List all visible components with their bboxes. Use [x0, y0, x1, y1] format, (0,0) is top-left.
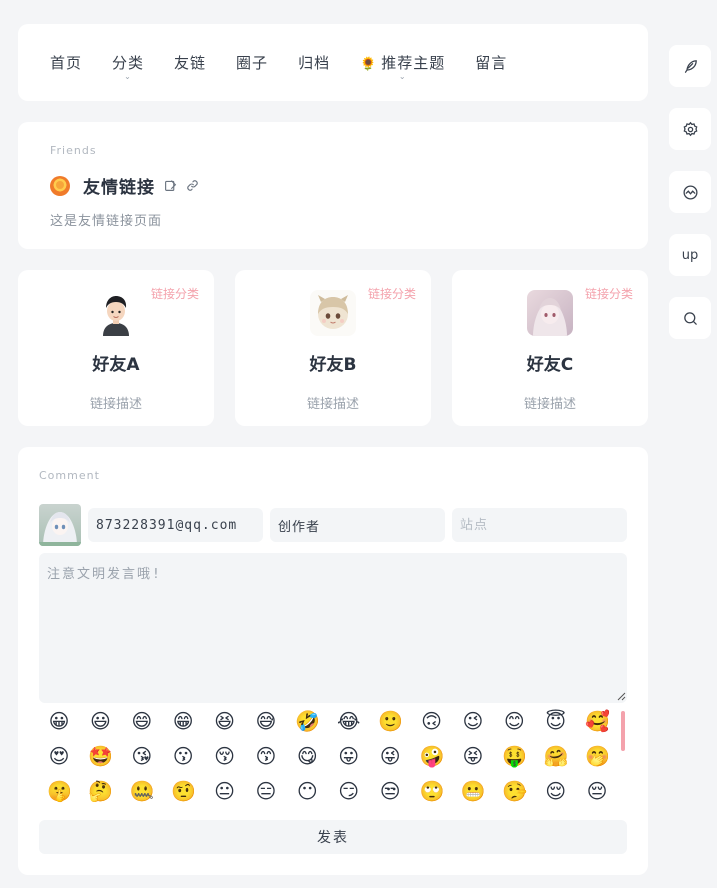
emoji-option[interactable]: 😄: [130, 709, 154, 733]
page-subtitle: 这是友情链接页面: [50, 214, 163, 229]
link-category-tag: 链接分类: [367, 287, 416, 301]
emoji-option[interactable]: 🥰: [585, 709, 610, 733]
emoji-option[interactable]: 😍: [47, 744, 71, 768]
emoji-option[interactable]: 🤗: [544, 744, 569, 768]
emoji-option[interactable]: 🙃: [420, 709, 444, 733]
emoji-option[interactable]: 😊: [502, 709, 526, 733]
emoji-option[interactable]: 😅: [254, 709, 278, 733]
section-eyebrow: Comment: [39, 469, 100, 482]
avatar: [527, 290, 573, 336]
nav-item-category[interactable]: 分类 ⌄: [112, 52, 144, 81]
emoji-option[interactable]: 🤩: [88, 744, 113, 768]
emoji-option[interactable]: 😌: [544, 779, 568, 803]
edit-icon[interactable]: [164, 179, 177, 192]
link-description: 链接描述: [523, 397, 576, 412]
emoji-option[interactable]: 😒: [378, 779, 402, 803]
nav-item-circle[interactable]: 圈子: [236, 52, 268, 73]
friend-link-card[interactable]: 链接分类 好友B 链接描述: [235, 270, 431, 426]
emoji-option[interactable]: 🤫: [47, 779, 72, 803]
email-field[interactable]: [88, 508, 263, 542]
emoji-option[interactable]: 😑: [254, 779, 278, 803]
emoji-option[interactable]: 😀: [47, 709, 71, 733]
emoji-option[interactable]: 😆: [213, 709, 237, 733]
chevron-down-icon: ⌄: [398, 72, 407, 81]
site-logo-icon: [50, 175, 70, 196]
emoji-option[interactable]: 🙄: [420, 779, 445, 803]
nav-item-links[interactable]: 友链: [174, 52, 206, 73]
emoji-option[interactable]: 😉: [461, 709, 485, 733]
scroll-up-button[interactable]: up: [669, 234, 711, 276]
activity-icon: [682, 184, 698, 200]
emoji-option[interactable]: 😁: [171, 709, 195, 733]
link-category-tag: 链接分类: [150, 287, 199, 301]
friend-link-card[interactable]: 链接分类 好友A 链接描述: [18, 270, 214, 426]
link-name: 好友C: [526, 355, 574, 375]
emoji-scrollbar[interactable]: [621, 711, 625, 751]
top-nav: 首页 分类 ⌄ 友链 圈子 归档 🌻 推荐主题 ⌄ 留言: [18, 24, 648, 101]
link-name: 好友A: [92, 355, 140, 375]
sunflower-icon: 🌻: [360, 57, 378, 72]
settings-button[interactable]: [669, 108, 711, 150]
page-title: 友情链接: [83, 178, 155, 198]
link-name: 好友B: [309, 355, 357, 375]
comment-card: Comment 😀 😃 😄 😁 😆 😅 🤣 😂 🙂 🙃 😉 😊 😇 🥰 😍 🤩 😘 😗 😚 😙 😋 😛 😜 🤪 😝 🤑 🤗 🤭 🤫 🤔 🤐 🤨…: [18, 447, 648, 875]
avatar: [93, 290, 139, 336]
comment-textarea[interactable]: [39, 553, 627, 703]
chevron-down-icon: ⌄: [124, 72, 132, 81]
website-field[interactable]: [452, 508, 627, 542]
friends-header-card: Friends 友情链接 这是友情链接页面: [18, 122, 648, 249]
emoji-option[interactable]: 😛: [337, 744, 361, 768]
search-button[interactable]: [669, 297, 711, 339]
emoji-option[interactable]: 😏: [337, 779, 361, 803]
feather-button[interactable]: [669, 45, 711, 87]
emoji-option[interactable]: 😇: [544, 709, 568, 733]
emoji-option[interactable]: 🤣: [295, 709, 320, 733]
emoji-option[interactable]: 😔: [585, 779, 609, 803]
emoji-option[interactable]: 🤐: [130, 779, 155, 803]
emoji-option[interactable]: 🤪: [420, 744, 445, 768]
submit-comment-button[interactable]: 发表: [39, 820, 627, 854]
link-category-tag: 链接分类: [584, 287, 633, 301]
emoji-option[interactable]: 😗: [171, 744, 195, 768]
emoji-picker: 😀 😃 😄 😁 😆 😅 🤣 😂 🙂 🙃 😉 😊 😇 🥰 😍 🤩 😘 😗 😚 😙 😋 😛 😜 🤪 😝 🤑 🤗 🤭 🤫 🤔 🤐 🤨 😐 😑 😶 😏 😒 🙄 😬 🤥…: [39, 709, 619, 803]
emoji-option[interactable]: 🙂: [378, 709, 403, 733]
emoji-option[interactable]: 😙: [254, 744, 278, 768]
emoji-option[interactable]: 😐: [213, 779, 237, 803]
feather-icon: [684, 59, 697, 73]
resize-grip-icon[interactable]: [616, 691, 626, 701]
emoji-option[interactable]: 😂: [337, 709, 361, 733]
emoji-option[interactable]: 😶: [295, 779, 319, 803]
link-description: 链接描述: [306, 397, 359, 412]
emoji-option[interactable]: 🤥: [502, 779, 527, 803]
nav-item-home[interactable]: 首页: [50, 52, 82, 73]
section-eyebrow: Friends: [50, 144, 97, 157]
emoji-option[interactable]: 🤭: [585, 744, 610, 768]
emoji-option[interactable]: 😬: [461, 779, 486, 803]
friend-link-card[interactable]: 链接分类 好友C 链接描述: [452, 270, 648, 426]
emoji-option[interactable]: 😜: [378, 744, 402, 768]
nav-item-archive[interactable]: 归档: [298, 52, 330, 73]
search-icon: [683, 311, 697, 325]
avatar: [310, 290, 356, 336]
emoji-option[interactable]: 🤑: [502, 744, 527, 768]
activity-button[interactable]: [669, 171, 711, 213]
emoji-option[interactable]: 😃: [88, 709, 112, 733]
emoji-option[interactable]: 🤨: [171, 779, 196, 803]
gear-icon: [683, 121, 697, 136]
nav-item-message[interactable]: 留言: [475, 52, 507, 73]
commenter-avatar: [39, 504, 81, 546]
emoji-option[interactable]: 😘: [130, 744, 154, 768]
nav-item-themes[interactable]: 🌻 推荐主题 ⌄: [360, 52, 445, 81]
emoji-option[interactable]: 😚: [213, 744, 237, 768]
emoji-option[interactable]: 😋: [295, 744, 319, 768]
emoji-option[interactable]: 🤔: [88, 779, 113, 803]
link-description: 链接描述: [89, 397, 142, 412]
emoji-option[interactable]: 😝: [461, 744, 485, 768]
nickname-field[interactable]: [270, 508, 445, 542]
link-icon[interactable]: [186, 179, 199, 192]
